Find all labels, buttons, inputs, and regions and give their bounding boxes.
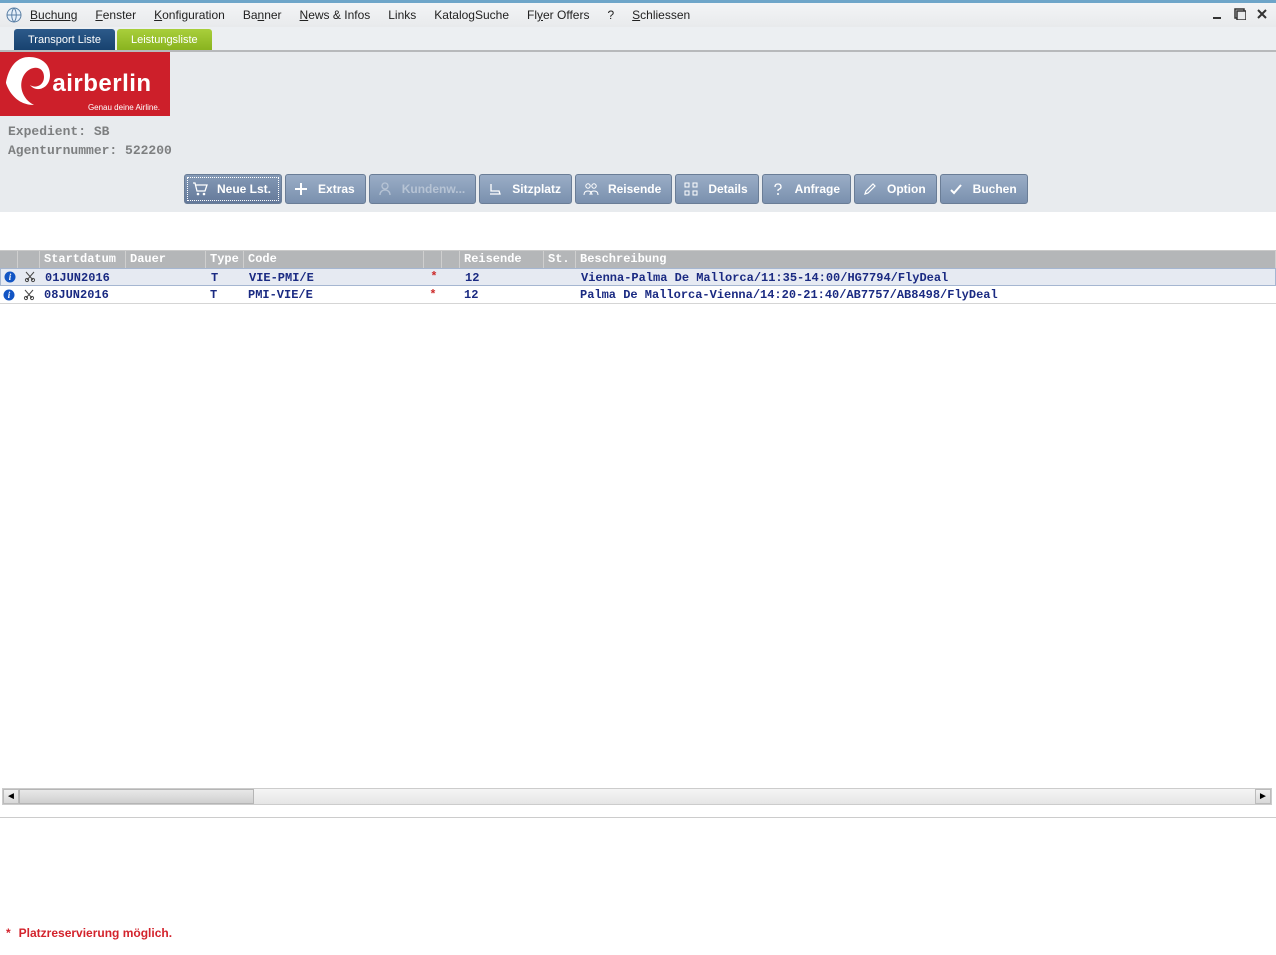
- info-icon[interactable]: i: [0, 289, 18, 301]
- extras-button[interactable]: Extras: [285, 174, 366, 204]
- edit-icon: [861, 180, 879, 198]
- scroll-track[interactable]: [19, 789, 1255, 804]
- menu-fenster[interactable]: Fenster: [95, 8, 136, 22]
- col-type[interactable]: Type: [206, 251, 244, 268]
- check-icon: [947, 180, 965, 198]
- footer-asterisk: *: [6, 926, 11, 940]
- menu-schliessen[interactable]: Schliessen: [632, 8, 690, 22]
- app-icon: [6, 7, 22, 23]
- maximize-icon[interactable]: [1232, 6, 1248, 22]
- menu-konfiguration[interactable]: Konfiguration: [154, 8, 225, 22]
- col-reisende[interactable]: Reisende: [460, 251, 544, 268]
- footer-text: Platzreservierung möglich.: [19, 926, 172, 940]
- col-startdatum[interactable]: Startdatum: [40, 251, 126, 268]
- menu-news[interactable]: News & Infos: [300, 8, 371, 22]
- question-icon: [769, 180, 787, 198]
- grid-header: Startdatum Dauer Type Code Reisende St. …: [0, 251, 1276, 268]
- tab-leistungsliste[interactable]: Leistungsliste: [117, 29, 212, 50]
- menu-katalog[interactable]: KatalogSuche: [434, 8, 509, 22]
- table-row[interactable]: i 08JUN2016 T PMI-VIE/E * 12 Palma De Ma…: [0, 286, 1276, 304]
- buchen-button[interactable]: Buchen: [940, 174, 1028, 204]
- menu-buchung[interactable]: Buchung: [30, 8, 77, 22]
- plus-icon: [292, 180, 310, 198]
- close-icon[interactable]: [1254, 6, 1270, 22]
- message-panel: [0, 817, 1276, 917]
- seat-marker-icon: *: [429, 288, 436, 302]
- reisende-button[interactable]: Reisende: [575, 174, 672, 204]
- status-footer: * Platzreservierung möglich.: [0, 917, 1276, 955]
- banner-area: airberlin Genau deine Airline. Expedient…: [0, 52, 1276, 212]
- sitzplatz-button[interactable]: Sitzplatz: [479, 174, 572, 204]
- person-icon: [376, 180, 394, 198]
- scroll-thumb[interactable]: [19, 789, 254, 804]
- services-grid: Startdatum Dauer Type Code Reisende St. …: [0, 250, 1276, 304]
- people-icon: [582, 180, 600, 198]
- menu-banner[interactable]: Banner: [243, 8, 282, 22]
- brand-tagline: Genau deine Airline.: [88, 103, 160, 112]
- menu-help[interactable]: ?: [607, 8, 614, 22]
- details-button[interactable]: Details: [675, 174, 758, 204]
- col-beschreibung[interactable]: Beschreibung: [576, 251, 1276, 268]
- brand-name: airberlin: [52, 70, 151, 98]
- scroll-right-icon[interactable]: ►: [1255, 789, 1271, 804]
- scroll-left-icon[interactable]: ◄: [3, 789, 19, 804]
- tab-transport-liste[interactable]: Transport Liste: [14, 29, 115, 50]
- minimize-icon[interactable]: [1210, 6, 1226, 22]
- seat-icon: [486, 180, 504, 198]
- table-row[interactable]: i 01JUN2016 T VIE-PMI/E * 12 Vienna-Palm…: [0, 268, 1276, 286]
- cut-icon[interactable]: [19, 271, 41, 283]
- grid-icon: [682, 180, 700, 198]
- kundenw-button[interactable]: Kundenw...: [369, 174, 477, 204]
- tab-bar: Transport Liste Leistungsliste: [0, 27, 1276, 52]
- option-button[interactable]: Option: [854, 174, 937, 204]
- menu-flyer[interactable]: Flyer Offers: [527, 8, 589, 22]
- seat-marker-icon: *: [430, 270, 437, 284]
- cut-icon[interactable]: [18, 289, 40, 301]
- agent-info: Expedient: SB Agenturnummer: 522200: [0, 116, 1276, 164]
- col-st[interactable]: St.: [544, 251, 576, 268]
- col-code[interactable]: Code: [244, 251, 424, 268]
- action-toolbar: Neue Lst. Extras Kundenw... Sitzplatz Re…: [184, 174, 1276, 204]
- col-dauer[interactable]: Dauer: [126, 251, 206, 268]
- menu-bar: Buchung Fenster Konfiguration Banner New…: [0, 3, 1276, 27]
- anfrage-button[interactable]: Anfrage: [762, 174, 851, 204]
- neue-lst-button[interactable]: Neue Lst.: [184, 174, 282, 204]
- cart-icon: [191, 180, 209, 198]
- airberlin-logo: airberlin Genau deine Airline.: [0, 52, 170, 116]
- horizontal-scrollbar[interactable]: ◄ ►: [2, 788, 1272, 805]
- info-icon[interactable]: i: [1, 271, 19, 283]
- menu-links[interactable]: Links: [388, 8, 416, 22]
